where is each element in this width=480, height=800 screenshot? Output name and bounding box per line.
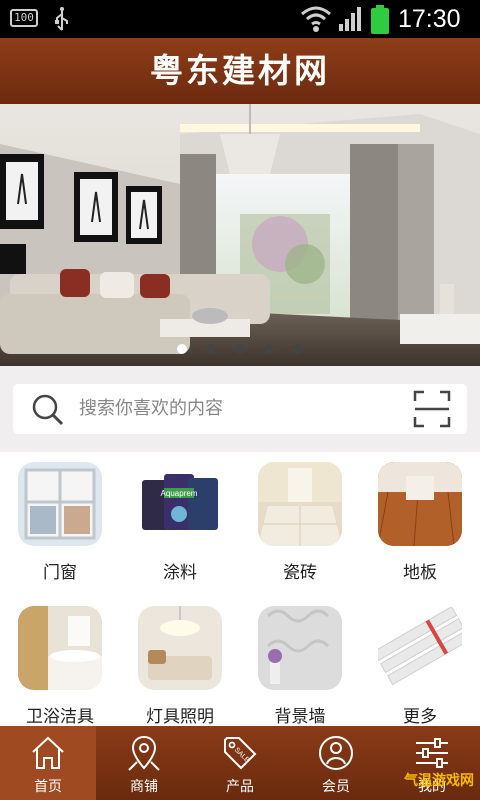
- battery-icon: [371, 5, 389, 34]
- status-bar: 100 17:30: [0, 0, 480, 38]
- search-icon: [32, 394, 64, 426]
- tab-products[interactable]: SALE 产品: [192, 726, 288, 800]
- tab-label: 商铺: [130, 779, 158, 795]
- category-doors-windows[interactable]: 门窗: [0, 452, 120, 588]
- tab-members[interactable]: 会员: [288, 726, 384, 800]
- carousel-dot[interactable]: [235, 344, 245, 354]
- carousel-dots[interactable]: [0, 339, 480, 358]
- scan-icon[interactable]: [413, 390, 451, 428]
- battery-percent-indicator: 100: [10, 9, 38, 27]
- category-grid: 门窗 Aquaprem 涂料 瓷砖 地板 卫浴洁具 灯具照明 背景墙 更多: [0, 452, 480, 727]
- usb-icon: [55, 7, 68, 31]
- category-flooring[interactable]: 地板: [360, 452, 480, 588]
- category-label: 灯具照明: [146, 707, 214, 727]
- carousel-dot[interactable]: [264, 344, 275, 354]
- category-label: 瓷砖: [283, 563, 317, 583]
- wifi-icon: [301, 6, 331, 32]
- carousel-dot[interactable]: [176, 344, 187, 354]
- tab-label: 会员: [322, 779, 350, 795]
- category-bathroom[interactable]: 卫浴洁具: [0, 596, 120, 732]
- tab-shops[interactable]: 商铺: [96, 726, 192, 800]
- category-tiles[interactable]: 瓷砖: [240, 452, 360, 588]
- bottom-tab-bar: 首页 商铺 SALE 产品 会员 我的 气温游戏网: [0, 726, 480, 800]
- paint-thumbnail: Aquaprem: [138, 462, 222, 546]
- category-label: 更多: [403, 707, 437, 727]
- more-thumbnail: [378, 606, 462, 690]
- category-lighting[interactable]: 灯具照明: [120, 596, 240, 732]
- home-icon: [32, 736, 64, 769]
- tab-home[interactable]: 首页: [0, 726, 96, 800]
- category-label: 门窗: [43, 563, 77, 583]
- category-label: 背景墙: [274, 707, 326, 727]
- flooring-thumbnail: [378, 462, 462, 546]
- signal-icon: [339, 7, 361, 31]
- user-icon: [319, 736, 353, 770]
- clock: 17:30: [398, 5, 461, 33]
- paint-can-label: Aquaprem: [161, 489, 198, 498]
- sale-tag-icon: SALE: [224, 737, 257, 770]
- category-label: 涂料: [163, 563, 197, 583]
- category-more[interactable]: 更多: [360, 596, 480, 732]
- category-feature-wall[interactable]: 背景墙: [240, 596, 360, 732]
- feature-wall-thumbnail: [258, 606, 342, 690]
- page-title: 粤东建材网: [150, 51, 330, 90]
- category-paint[interactable]: Aquaprem 涂料: [120, 452, 240, 588]
- lighting-thumbnail: [138, 606, 222, 690]
- bathroom-thumbnail: [18, 606, 102, 690]
- banner-carousel[interactable]: [0, 104, 480, 366]
- settings-sliders-icon: [416, 738, 448, 768]
- carousel-dot[interactable]: [205, 344, 216, 354]
- carousel-dot[interactable]: [293, 344, 304, 354]
- category-label: 地板: [403, 563, 437, 583]
- watermark: 气温游戏网: [404, 773, 474, 789]
- tab-label: 首页: [34, 779, 62, 795]
- search-placeholder: 搜索你喜欢的内容: [79, 398, 223, 419]
- category-label: 卫浴洁具: [26, 707, 94, 727]
- tiles-thumbnail: [258, 462, 342, 546]
- banner-image: [0, 104, 480, 366]
- tab-label: 产品: [226, 779, 254, 795]
- app-header: 粤东建材网: [0, 38, 480, 104]
- search-input[interactable]: 搜索你喜欢的内容: [13, 384, 467, 434]
- doors-windows-thumbnail: [18, 462, 102, 546]
- map-pin-icon: [128, 735, 160, 771]
